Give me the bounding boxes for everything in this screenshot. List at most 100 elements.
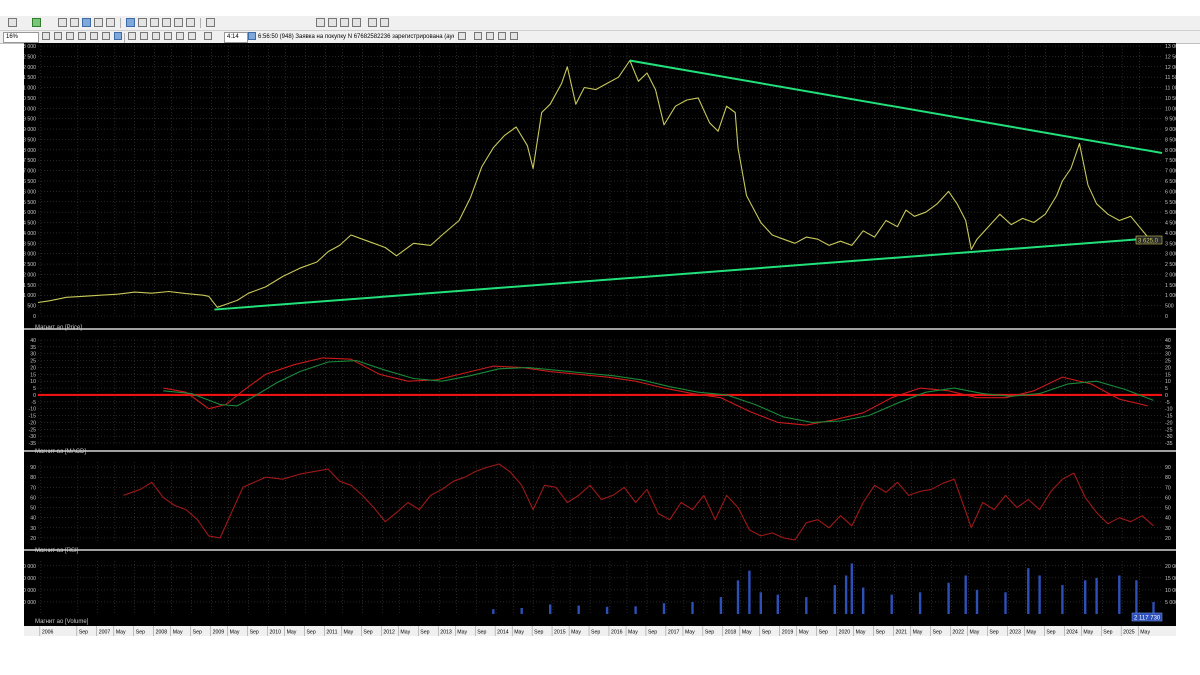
move-icon[interactable] (66, 32, 74, 40)
time-axis-label: May (173, 630, 183, 636)
macd-y-tick-label-right: -30 (1165, 434, 1173, 440)
volume-bar (1061, 585, 1064, 614)
volume-y-tick-label: 20 000 000 (24, 564, 36, 570)
volume-bar (759, 592, 762, 614)
toolbar-divider (200, 18, 201, 28)
price-y-tick-label: 6 000 (24, 189, 36, 195)
chart-icon[interactable] (82, 18, 91, 27)
export-icon[interactable] (186, 18, 195, 27)
price-y-tick-label: 1 000 (24, 293, 36, 299)
time-axis-label: May (742, 630, 752, 636)
ruler-icon[interactable] (90, 32, 98, 40)
message-icon[interactable] (162, 18, 171, 27)
status-message: 6:56:50 (948) Заявка на покупку N 676825… (258, 34, 454, 40)
price-y-tick-label-right: 1 000 (1165, 293, 1176, 299)
price-y-tick-label-right: 12 000 (1165, 65, 1176, 71)
time-axis-label: May (343, 630, 353, 636)
text-tool-icon[interactable] (138, 18, 147, 27)
price-y-tick-label-right: 1 500 (1165, 283, 1176, 289)
time-axis-label: May (685, 630, 695, 636)
macd-y-tick-label-right: -20 (1165, 420, 1173, 426)
pen-icon[interactable] (176, 32, 184, 40)
next-page-icon[interactable] (498, 32, 506, 40)
volume-bar (844, 575, 848, 614)
print-icon[interactable] (174, 18, 183, 27)
arrow-icon[interactable] (8, 18, 17, 27)
clock-icon[interactable] (248, 32, 256, 40)
last-page-icon[interactable] (510, 32, 518, 40)
layout-icon[interactable] (58, 18, 67, 27)
close-message-icon[interactable] (458, 32, 466, 40)
time-axis-label: Sep (591, 630, 600, 636)
line-tool-icon[interactable] (128, 32, 136, 40)
window-cascade-icon[interactable] (316, 18, 325, 27)
macd-y-tick-label: 40 (30, 338, 36, 344)
price-y-tick-label-right: 3 000 (1165, 252, 1176, 258)
window-list-icon[interactable] (340, 18, 349, 27)
last-volume-marker: 2 117 730 (1134, 616, 1161, 622)
macd-y-tick-label: -5 (31, 400, 36, 406)
rsi-y-tick-label: 70 (30, 485, 36, 491)
volume-bar (1152, 602, 1155, 614)
volume-bar (577, 605, 580, 614)
bar-count-field[interactable]: 4:14 (224, 32, 248, 43)
macd-y-tick-label: -25 (29, 427, 37, 433)
macd-y-tick-label-right: 20 (1165, 365, 1171, 371)
zoom-select[interactable]: 16% (3, 32, 39, 43)
price-y-tick-label: 8 500 (24, 137, 36, 143)
volume-bar (748, 570, 751, 614)
chart-area[interactable]: 005005001 0001 0001 5001 5002 0002 0002 … (10, 43, 1191, 636)
eraser-icon[interactable] (188, 32, 196, 40)
rsi-y-tick-label: 20 (30, 536, 36, 542)
print-layout-icon[interactable] (380, 18, 389, 27)
crosshair-icon[interactable] (54, 32, 62, 40)
macd-y-tick-label-right: 10 (1165, 379, 1171, 385)
window-tile-icon[interactable] (328, 18, 337, 27)
quotes-icon[interactable] (94, 18, 103, 27)
first-page-icon[interactable] (474, 32, 482, 40)
volume-bar (691, 602, 694, 614)
orders-icon[interactable] (106, 18, 115, 27)
time-axis-label: Sep (250, 630, 259, 636)
save-layout-icon[interactable] (352, 18, 361, 27)
price-panel: 0 0 500 500 1 000 1 000 1 500 1 500 2 000 2 000 2 … (20, 44, 1181, 320)
color-fill-icon[interactable] (164, 32, 172, 40)
time-axis-label: Sep (193, 630, 202, 636)
table-icon[interactable] (70, 18, 79, 27)
macd-y-tick-label-right: -5 (1165, 400, 1170, 406)
zoom-icon[interactable] (78, 32, 86, 40)
volume-y-tick-label-right: 15 000 000 (1165, 576, 1176, 582)
settings-icon[interactable] (150, 18, 159, 27)
macd-y-tick-label-right: 5 (1165, 386, 1168, 392)
new-window-icon[interactable] (32, 18, 41, 27)
database-icon[interactable] (368, 18, 377, 27)
time-axis-label: May (1140, 630, 1150, 636)
time-axis-label: 2022 (952, 630, 964, 636)
price-y-tick-label: 12 000 (24, 65, 36, 71)
macd-y-tick-label-right: 15 (1165, 372, 1171, 378)
time-axis-label: 2021 (896, 630, 908, 636)
time-axis-label: 2009 (213, 630, 225, 636)
magnet-icon[interactable] (204, 32, 212, 40)
select-icon[interactable] (102, 32, 110, 40)
previous-page-icon[interactable] (486, 32, 494, 40)
help-icon[interactable] (206, 18, 215, 27)
arrow-tool-icon[interactable] (152, 32, 160, 40)
price-y-tick-label: 7 500 (24, 158, 36, 164)
chart-canvas[interactable]: 005005001 0001 0001 5001 5002 0002 0002 … (10, 43, 1191, 636)
text-size-icon[interactable] (140, 32, 148, 40)
plus-icon[interactable] (42, 32, 50, 40)
macd-y-tick-label-right: 35 (1165, 345, 1171, 351)
toolbar-divider (120, 18, 121, 28)
time-axis-label: May (457, 630, 467, 636)
volume-bar (634, 606, 637, 614)
info-icon[interactable] (126, 18, 135, 27)
volume-bar (975, 589, 979, 614)
macd-y-tick-label: 0 (33, 393, 36, 399)
rsi-y-tick-label-right: 60 (1165, 495, 1171, 501)
volume-bar (862, 587, 865, 614)
hand-icon[interactable] (114, 32, 122, 40)
volume-bar (549, 604, 552, 614)
time-axis-label: Sep (1103, 630, 1112, 636)
time-axis-label: Sep (762, 630, 771, 636)
